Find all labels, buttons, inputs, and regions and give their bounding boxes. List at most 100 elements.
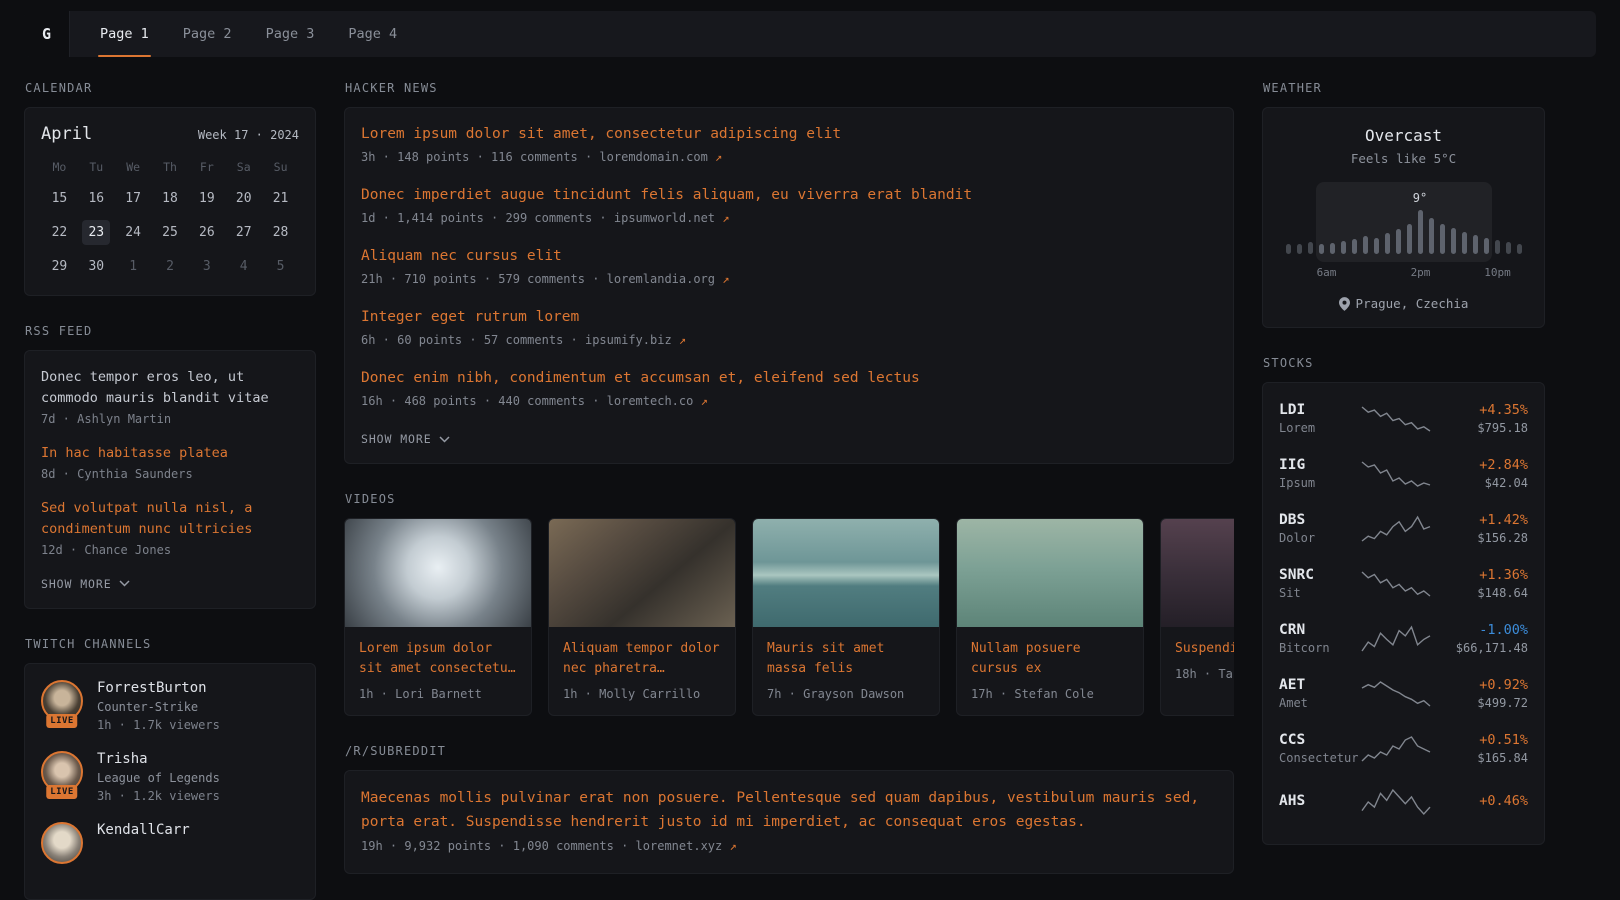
weather-bar (1506, 242, 1511, 254)
videos-widget: VIDEOS Lorem ipsum dolor sit amet consec… (344, 492, 1234, 716)
video-title[interactable]: Aliquam tempor dolor nec pharetra… (549, 627, 735, 679)
video-card[interactable]: Aliquam tempor dolor nec pharetra…1h · M… (548, 518, 736, 716)
video-thumbnail[interactable] (549, 519, 735, 627)
post-title[interactable]: Donec imperdiet augue tincidunt felis al… (361, 185, 1217, 206)
channel-category: League of Legends (97, 771, 220, 785)
stock-row[interactable]: AETAmet+0.92%$499.72 (1279, 666, 1528, 721)
post-domain-link[interactable]: loremnet.xyz (636, 839, 723, 853)
weather-bar (1440, 224, 1445, 254)
stock-values: +0.92%$499.72 (1432, 677, 1528, 710)
stock-change: +4.35% (1432, 402, 1528, 418)
stock-row[interactable]: CRNBitcorn-1.00%$66,171.48 (1279, 611, 1528, 666)
app-logo[interactable]: G (24, 11, 70, 57)
external-link-icon: ↗ (693, 394, 707, 408)
video-title[interactable]: Nullam posuere cursus ex (957, 627, 1143, 679)
stock-row[interactable]: LDILorem +4.35%$795.18 (1279, 391, 1528, 446)
post-title[interactable]: Donec enim nibh, condimentum et accumsan… (361, 368, 1217, 389)
post-title[interactable]: Aliquam nec cursus elit (361, 246, 1217, 267)
stock-price: $42.04 (1432, 476, 1528, 490)
stock-id: CRNBitcorn (1279, 622, 1360, 655)
stock-ticker: SNRC (1279, 567, 1360, 583)
video-meta: 1h · Lori Barnett (345, 679, 531, 715)
weather-location-label: Prague, Czechia (1356, 296, 1469, 311)
calendar-day: 21 (267, 186, 295, 211)
subreddit-card: Maecenas mollis pulvinar erat non posuer… (344, 770, 1234, 873)
weather-bar (1330, 243, 1335, 254)
rss-item: Donec tempor eros leo, ut commodo mauris… (41, 367, 299, 426)
video-title[interactable]: Mauris sit amet massa felis (753, 627, 939, 679)
channel-category: Counter-Strike (97, 700, 220, 714)
external-link-icon: ↗ (708, 150, 722, 164)
stock-row[interactable]: AHS +0.46% (1279, 776, 1528, 828)
avatar (41, 822, 83, 864)
dashboard-grid: CALENDAR April Week 17 · 2024 MoTuWeThFr… (0, 81, 1620, 900)
tab-page-4[interactable]: Page 4 (346, 11, 399, 57)
post-domain-link[interactable]: loremdomain.com (599, 150, 707, 164)
stock-id: LDILorem (1279, 402, 1360, 435)
rss-item: In hac habitasse platea8d · Cynthia Saun… (41, 443, 299, 481)
channel-name[interactable]: Trisha (97, 751, 220, 767)
stock-change: +0.46% (1432, 793, 1528, 809)
channel-name[interactable]: KendallCarr (97, 822, 190, 838)
video-thumbnail[interactable] (753, 519, 939, 627)
stock-row[interactable]: SNRCSit+1.36%$148.64 (1279, 556, 1528, 611)
stock-name: Lorem (1279, 421, 1360, 435)
calendar-month: April (41, 124, 92, 144)
post-title[interactable]: Integer eget rutrum lorem (361, 307, 1217, 328)
post-title[interactable]: Lorem ipsum dolor sit amet, consectetur … (361, 124, 1217, 145)
post-domain-link[interactable]: ipsumworld.net (614, 211, 715, 225)
twitch-channel[interactable]: KendallCarr (41, 822, 299, 864)
tab-page-2[interactable]: Page 2 (181, 11, 234, 57)
stock-sparkline (1360, 569, 1432, 599)
video-card[interactable]: Nullam posuere cursus ex17h · Stefan Col… (956, 518, 1144, 716)
video-card[interactable]: Mauris sit amet massa felis7h · Grayson … (752, 518, 940, 716)
post-domain-link[interactable]: loremtech.co (607, 394, 694, 408)
weather-bar (1462, 232, 1467, 254)
tab-page-3[interactable]: Page 3 (264, 11, 317, 57)
stock-values: +4.35%$795.18 (1432, 402, 1528, 435)
subreddit-section-label: /R/SUBREDDIT (345, 744, 1233, 758)
weather-bar (1517, 244, 1522, 254)
video-card[interactable]: Suspendisse diam18h · Tara (1160, 518, 1234, 716)
stock-ticker: AHS (1279, 793, 1360, 809)
weather-time-label: 10pm (1484, 266, 1511, 279)
twitch-channel[interactable]: LIVETrishaLeague of Legends3h · 1.2k vie… (41, 751, 299, 803)
stock-row[interactable]: IIGIpsum+2.84%$42.04 (1279, 446, 1528, 501)
weather-condition: Overcast (1279, 126, 1528, 145)
avatar: LIVE (41, 751, 83, 793)
video-thumbnail[interactable] (345, 519, 531, 627)
calendar-card: April Week 17 · 2024 MoTuWeThFrSaSu15161… (24, 107, 316, 296)
twitch-section-label: TWITCH CHANNELS (25, 637, 315, 651)
weather-bar (1385, 233, 1390, 254)
external-link-icon: ↗ (722, 839, 736, 853)
calendar-dow-label: Sa (225, 160, 262, 177)
video-title[interactable]: Suspendisse diam (1161, 627, 1234, 659)
post-title[interactable]: Maecenas mollis pulvinar erat non posuer… (361, 787, 1217, 833)
stock-row[interactable]: CCSConsectetur+0.51%$165.84 (1279, 721, 1528, 776)
stock-change: -1.00% (1432, 622, 1528, 638)
avatar-image (41, 822, 83, 864)
rss-item-title[interactable]: Sed volutpat nulla nisl, a condimentum n… (41, 498, 299, 540)
post-domain-link[interactable]: ipsumify.biz (585, 333, 672, 347)
hackernews-show-more-button[interactable]: SHOW MORE (361, 432, 450, 446)
channel-name[interactable]: ForrestBurton (97, 680, 220, 696)
external-link-icon: ↗ (715, 272, 729, 286)
stock-row-list: LDILorem +4.35%$795.18 IIGIpsum+2.84%$42.0… (1279, 391, 1528, 828)
video-thumbnail[interactable] (957, 519, 1143, 627)
video-title[interactable]: Lorem ipsum dolor sit amet consectetu… (345, 627, 531, 679)
rss-item-title[interactable]: Donec tempor eros leo, ut commodo mauris… (41, 367, 299, 409)
twitch-channel[interactable]: LIVEForrestBurtonCounter-Strike1h · 1.7k… (41, 680, 299, 732)
stock-sparkline (1360, 679, 1432, 709)
rss-show-more-button[interactable]: SHOW MORE (41, 577, 130, 591)
video-meta: 7h · Grayson Dawson (753, 679, 939, 715)
video-thumbnail[interactable] (1161, 519, 1234, 627)
tab-page-1[interactable]: Page 1 (98, 11, 151, 57)
video-card[interactable]: Lorem ipsum dolor sit amet consectetu…1h… (344, 518, 532, 716)
stocks-widget: STOCKS LDILorem+4.35%$795.18IIGIpsum+2.8… (1262, 356, 1545, 845)
post-domain-link[interactable]: loremlandia.org (607, 272, 715, 286)
rss-item-title[interactable]: In hac habitasse platea (41, 443, 299, 464)
external-link-icon: ↗ (715, 211, 729, 225)
rss-section-label: RSS FEED (25, 324, 315, 338)
weather-bar (1495, 240, 1500, 254)
stock-row[interactable]: DBSDolor+1.42%$156.28 (1279, 501, 1528, 556)
